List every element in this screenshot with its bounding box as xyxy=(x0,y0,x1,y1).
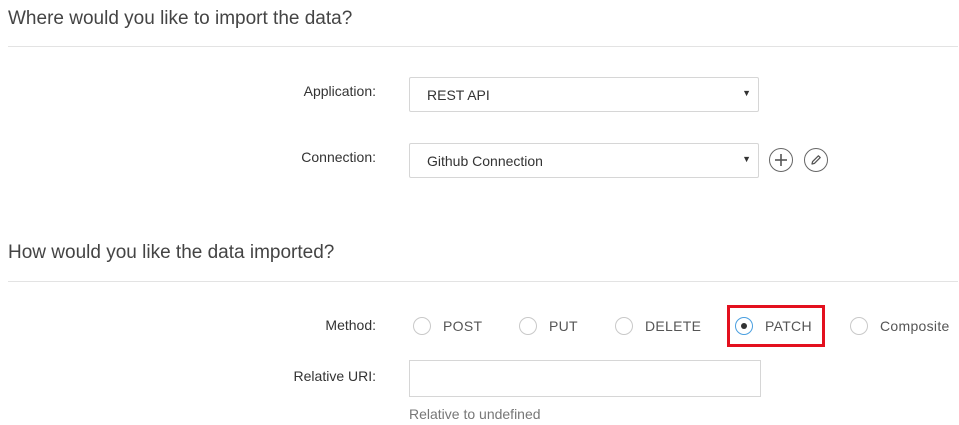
radio-unchecked-icon[interactable] xyxy=(850,317,868,335)
highlight-box xyxy=(727,305,825,347)
section-divider xyxy=(8,281,958,282)
connection-select-value: Github Connection xyxy=(427,153,543,169)
pencil-icon xyxy=(811,155,821,165)
import-section-title: Where would you like to import the data? xyxy=(8,8,353,29)
radio-unchecked-icon[interactable] xyxy=(519,317,537,335)
relative-uri-label: Relative URI: xyxy=(293,368,376,384)
method-section-title: How would you like the data imported? xyxy=(8,242,335,263)
method-option-label: DELETE xyxy=(645,318,702,334)
edit-connection-button[interactable] xyxy=(804,148,828,172)
method-option-label: Composite xyxy=(880,318,950,334)
method-option-composite[interactable]: Composite xyxy=(850,314,950,338)
caret-down-icon: ▼ xyxy=(742,154,751,164)
radio-unchecked-icon[interactable] xyxy=(413,317,431,335)
add-connection-button[interactable] xyxy=(769,148,793,172)
method-option-label: POST xyxy=(443,318,483,334)
method-option-label: PUT xyxy=(549,318,578,334)
method-option-delete[interactable]: DELETE xyxy=(615,314,701,338)
method-option-post[interactable]: POST xyxy=(413,314,482,338)
section-divider xyxy=(8,46,958,47)
caret-down-icon: ▼ xyxy=(742,88,751,98)
relative-uri-helper: Relative to undefined xyxy=(409,406,541,422)
connection-label: Connection: xyxy=(301,149,376,165)
application-select[interactable]: REST API ▼ xyxy=(409,77,759,112)
method-option-put[interactable]: PUT xyxy=(519,314,578,338)
radio-unchecked-icon[interactable] xyxy=(615,317,633,335)
connection-select[interactable]: Github Connection ▼ xyxy=(409,143,759,178)
plus-icon xyxy=(775,154,787,166)
method-label: Method: xyxy=(325,317,376,333)
application-select-value: REST API xyxy=(427,87,490,103)
relative-uri-input[interactable] xyxy=(409,360,761,397)
application-label: Application: xyxy=(303,83,376,99)
